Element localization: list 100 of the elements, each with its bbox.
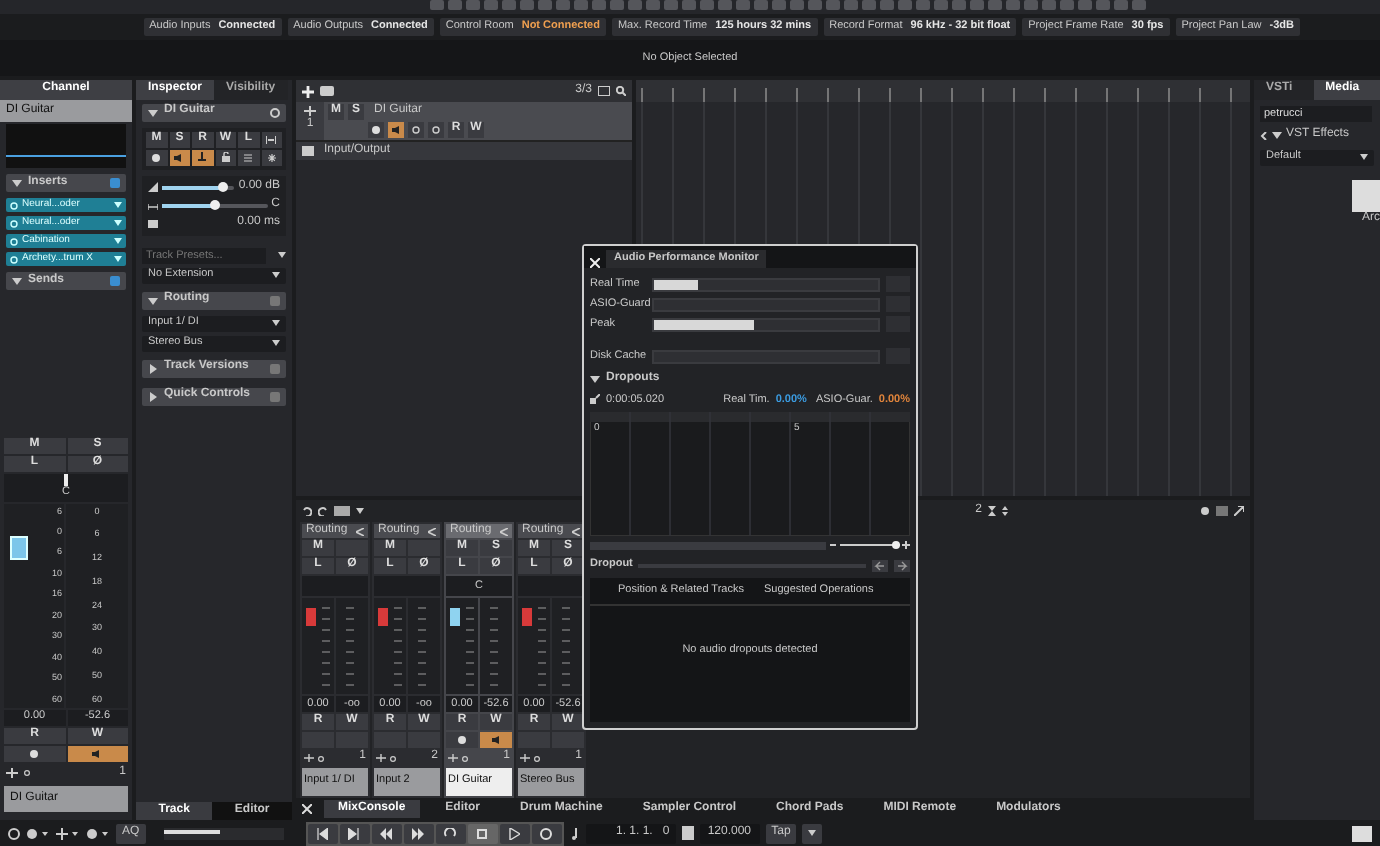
- link-icon[interactable]: [24, 770, 30, 776]
- link-icon[interactable]: [318, 755, 324, 761]
- next-icon[interactable]: [894, 559, 910, 572]
- disclosure-triangle-icon[interactable]: [148, 391, 158, 401]
- transport-button[interactable]: [531, 823, 562, 843]
- plugin-thumbnail[interactable]: [1352, 179, 1380, 211]
- fader-thumb[interactable]: [306, 607, 316, 626]
- record-button[interactable]: [146, 149, 167, 165]
- list-icon[interactable]: [244, 153, 253, 161]
- dropdown-button[interactable]: [802, 823, 823, 843]
- slider-thumb[interactable]: [210, 199, 221, 209]
- caret-icon[interactable]: [272, 340, 280, 346]
- punch-icon[interactable]: [56, 827, 80, 839]
- settings-icon[interactable]: [1200, 506, 1210, 516]
- transport-button[interactable]: [371, 823, 402, 843]
- record-button[interactable]: [368, 122, 384, 138]
- go-to-end-icon: [348, 827, 361, 839]
- monitor-button[interactable]: [169, 149, 190, 165]
- circle-icon[interactable]: [432, 126, 440, 134]
- asterisk-button[interactable]: [261, 149, 282, 165]
- disclosure-triangle-icon[interactable]: [590, 374, 600, 385]
- asterisk-icon[interactable]: [267, 153, 276, 161]
- eq-curve-drawing[interactable]: [6, 124, 126, 168]
- fader-thumb[interactable]: [522, 607, 532, 626]
- overview-bar-drawing[interactable]: [163, 827, 284, 839]
- circle-icon[interactable]: [412, 126, 420, 134]
- settings-icon[interactable]: [270, 107, 280, 117]
- transport-button[interactable]: [435, 823, 466, 843]
- dropout-icon[interactable]: [590, 394, 600, 405]
- disclosure-triangle-icon[interactable]: [1272, 130, 1282, 140]
- channel-type-icon: [448, 754, 458, 762]
- previous-icon[interactable]: [872, 559, 888, 572]
- record-button[interactable]: [446, 732, 478, 748]
- stepper-icon[interactable]: [1002, 506, 1008, 516]
- disclosure-triangle-icon[interactable]: [148, 295, 158, 305]
- undo-icon[interactable]: [302, 506, 312, 516]
- caret-icon[interactable]: [272, 320, 280, 326]
- toggle-icon[interactable]: [110, 276, 120, 286]
- redo-icon[interactable]: [318, 506, 328, 516]
- fader-thumb[interactable]: [10, 535, 28, 560]
- caret-icon[interactable]: [808, 830, 817, 836]
- lock-icon[interactable]: [221, 152, 230, 162]
- record-dot-icon[interactable]: [372, 126, 380, 134]
- disclosure-triangle-icon[interactable]: [148, 107, 158, 117]
- zoom-slider-icon[interactable]: [830, 540, 910, 551]
- close-icon[interactable]: [302, 804, 312, 814]
- record-mode-icon[interactable]: [26, 827, 50, 839]
- go-to-start-icon: [316, 827, 329, 839]
- power-icon[interactable]: [10, 201, 18, 209]
- link-icon[interactable]: [462, 755, 468, 761]
- transport-button[interactable]: [403, 823, 434, 843]
- width-icon[interactable]: [266, 135, 277, 143]
- caret-icon[interactable]: [356, 508, 364, 514]
- power-icon[interactable]: [10, 237, 18, 245]
- link-icon[interactable]: [390, 755, 396, 761]
- channel-type-icon: [376, 754, 386, 762]
- power-icon[interactable]: [10, 219, 18, 227]
- slider-thumb[interactable]: [217, 181, 228, 191]
- folder-icon[interactable]: [320, 86, 334, 96]
- list-button[interactable]: [238, 149, 259, 165]
- circle-button[interactable]: [428, 122, 444, 138]
- play-icon: [508, 827, 521, 839]
- width-button[interactable]: [261, 131, 282, 147]
- disclosure-triangle-icon[interactable]: [12, 276, 22, 286]
- circle-button[interactable]: [408, 122, 424, 138]
- record-button[interactable]: [4, 745, 65, 761]
- lock-button[interactable]: [215, 149, 236, 165]
- record-dot-icon[interactable]: [152, 153, 161, 161]
- add-icon[interactable]: [302, 85, 314, 97]
- caret-icon[interactable]: [278, 252, 286, 258]
- caret-icon[interactable]: [272, 272, 280, 278]
- transport-button[interactable]: [499, 823, 530, 843]
- toggle-icon[interactable]: [110, 178, 120, 188]
- edit-button[interactable]: [192, 149, 213, 165]
- fader-thumb[interactable]: [450, 607, 460, 626]
- window-icon[interactable]: [598, 86, 610, 96]
- transport-button[interactable]: [467, 823, 498, 843]
- monitor-button[interactable]: [67, 745, 128, 761]
- fader-thumb[interactable]: [378, 607, 388, 626]
- disclosure-triangle-icon[interactable]: [12, 178, 22, 188]
- hourglass-icon[interactable]: [988, 506, 996, 516]
- monitor-button[interactable]: [388, 122, 404, 138]
- monitor-button[interactable]: [480, 732, 512, 748]
- scrollbar[interactable]: [590, 541, 826, 550]
- expand-icon[interactable]: [1234, 506, 1244, 516]
- close-icon[interactable]: [590, 258, 600, 268]
- note-icon: [569, 827, 580, 839]
- transport-button[interactable]: [339, 823, 370, 843]
- caret-icon[interactable]: [1360, 154, 1368, 160]
- transport-button[interactable]: [307, 823, 338, 843]
- disclosure-triangle-icon[interactable]: [148, 363, 158, 373]
- blank-field: [374, 576, 440, 596]
- link-icon[interactable]: [534, 755, 540, 761]
- record-dot-icon[interactable]: [458, 736, 466, 744]
- search-icon[interactable]: [616, 86, 626, 96]
- power-icon[interactable]: [10, 255, 18, 263]
- metronome-mode-icon[interactable]: [86, 827, 110, 839]
- gear-icon[interactable]: [8, 827, 20, 839]
- back-icon[interactable]: [1260, 131, 1268, 139]
- record-dot-icon[interactable]: [30, 749, 39, 757]
